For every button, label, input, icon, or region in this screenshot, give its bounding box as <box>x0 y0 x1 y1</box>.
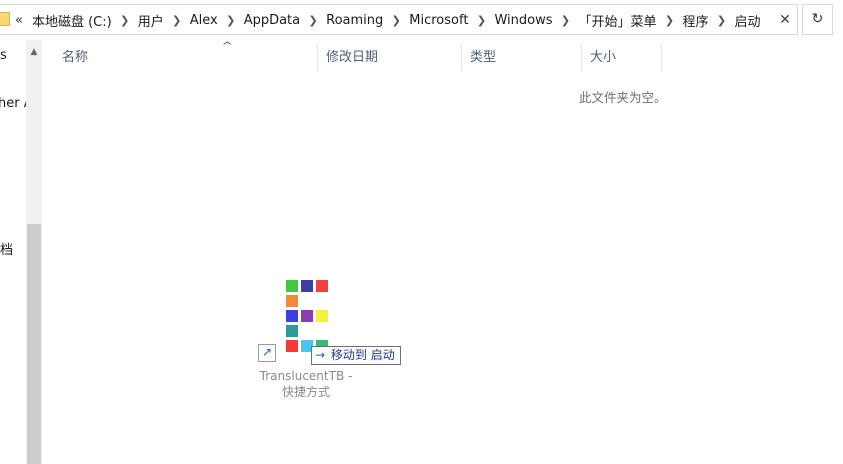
column-headers: 名称 修改日期 类型 大小 ^ <box>42 40 843 72</box>
nav-item-partial-1[interactable]: s <box>0 48 7 63</box>
breadcrumb-overflow-button[interactable]: « <box>15 13 23 28</box>
app-icon-tile <box>301 280 313 292</box>
nav-item-partial-2[interactable]: her A <box>0 96 26 111</box>
drop-tooltip: → 移动到 启动 <box>311 346 401 365</box>
breadcrumb-item-start-menu[interactable]: 「开始」菜单 <box>578 11 656 30</box>
app-icon-tile <box>286 340 298 352</box>
chevron-right-icon[interactable]: ❯ <box>383 14 409 27</box>
column-header-date-modified[interactable]: 修改日期 <box>318 45 462 71</box>
drop-tooltip-target: 启动 <box>370 348 395 362</box>
navigation-scrollbar[interactable]: ▲ <box>26 40 42 464</box>
chevron-right-icon[interactable]: ❯ <box>112 14 138 27</box>
drag-item-label-line-2: 快捷方式 <box>281 385 330 399</box>
breadcrumb-item-alex[interactable]: Alex <box>190 13 218 28</box>
chevron-right-icon[interactable]: ❯ <box>218 14 244 27</box>
breadcrumb-item-startup[interactable]: 启动 <box>735 11 761 30</box>
folder-icon <box>0 12 10 26</box>
column-header-size[interactable]: 大小 <box>582 45 662 71</box>
drop-tooltip-action: 移动到 <box>330 348 367 362</box>
app-icon-tile <box>286 325 298 337</box>
app-icon-tile <box>301 310 313 322</box>
address-bar: « 本地磁盘 (C:) ❯ 用户 ❯ Alex ❯ AppData ❯ Roam… <box>0 0 843 40</box>
app-icon-tile <box>316 280 328 292</box>
app-icon-tile <box>286 295 298 307</box>
breadcrumb[interactable]: « 本地磁盘 (C:) ❯ 用户 ❯ Alex ❯ AppData ❯ Roam… <box>15 11 761 30</box>
refresh-icon[interactable]: ↻ <box>802 4 833 35</box>
chevron-right-icon[interactable]: ❯ <box>468 14 494 27</box>
breadcrumb-item-programs[interactable]: 程序 <box>682 11 708 30</box>
scroll-up-arrow-icon[interactable]: ▲ <box>26 44 42 60</box>
chevron-right-icon[interactable]: ❯ <box>300 14 326 27</box>
app-icon-tile <box>316 310 328 322</box>
app-icon-tile <box>286 310 298 322</box>
empty-folder-message: 此文件夹为空。 <box>579 90 667 105</box>
breadcrumb-item-microsoft[interactable]: Microsoft <box>409 13 468 28</box>
shortcut-arrow-icon: ↗ <box>258 344 276 362</box>
chevron-right-icon[interactable]: ❯ <box>656 14 682 27</box>
chevron-right-icon[interactable]: ❯ <box>164 14 190 27</box>
move-arrow-icon: → <box>315 348 326 362</box>
navigation-pane[interactable]: s her A 档 <box>0 40 26 464</box>
nav-item-partial-3[interactable]: 档 <box>0 239 13 258</box>
breadcrumb-item-local-disk[interactable]: 本地磁盘 (C:) <box>32 11 112 30</box>
close-icon[interactable]: ✕ <box>776 11 794 29</box>
app-icon-tile <box>286 280 298 292</box>
drag-item-label: TranslucentTB - 快捷方式 <box>256 368 356 400</box>
chevron-right-icon[interactable]: ❯ <box>552 14 578 27</box>
breadcrumb-item-roaming[interactable]: Roaming <box>326 13 383 28</box>
column-header-name[interactable]: 名称 <box>54 45 318 71</box>
scrollbar-thumb[interactable] <box>27 224 41 464</box>
sort-ascending-icon: ^ <box>221 41 234 52</box>
chevron-right-icon[interactable]: ❯ <box>709 14 735 27</box>
drag-item-label-line-1: TranslucentTB - <box>259 369 353 383</box>
breadcrumb-item-windows[interactable]: Windows <box>494 13 552 28</box>
breadcrumb-item-appdata[interactable]: AppData <box>244 13 300 28</box>
column-header-type[interactable]: 类型 <box>462 45 582 71</box>
breadcrumb-item-users[interactable]: 用户 <box>138 11 164 30</box>
